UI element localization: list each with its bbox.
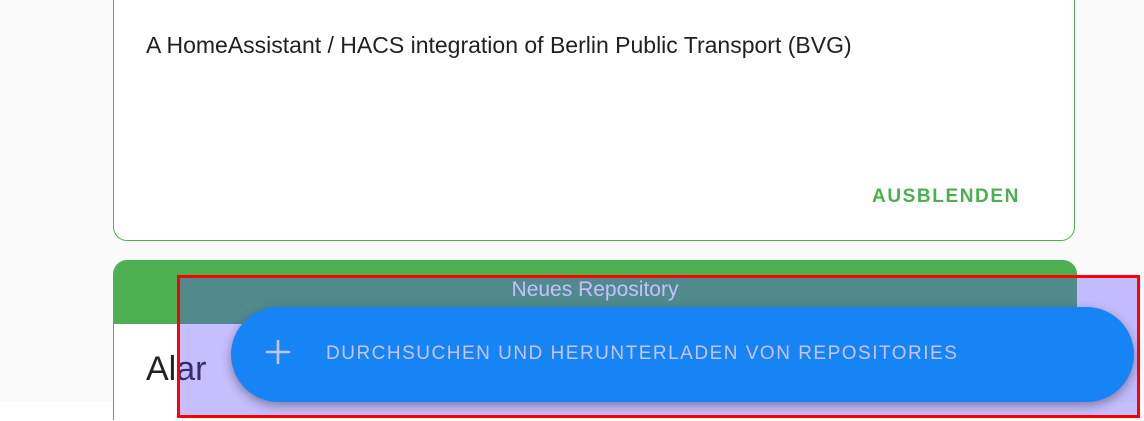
plus-icon (265, 339, 291, 365)
hide-button[interactable]: AUSBLENDEN (872, 186, 1020, 208)
explore-download-repositories-label: DURCHSUCHEN UND HERUNTERLADEN VON REPOSI… (326, 343, 959, 364)
new-repository-title: Neues Repository (511, 278, 679, 301)
new-repository-name: Alar (146, 350, 207, 388)
repository-description: A HomeAssistant / HACS integration of Be… (146, 32, 852, 58)
